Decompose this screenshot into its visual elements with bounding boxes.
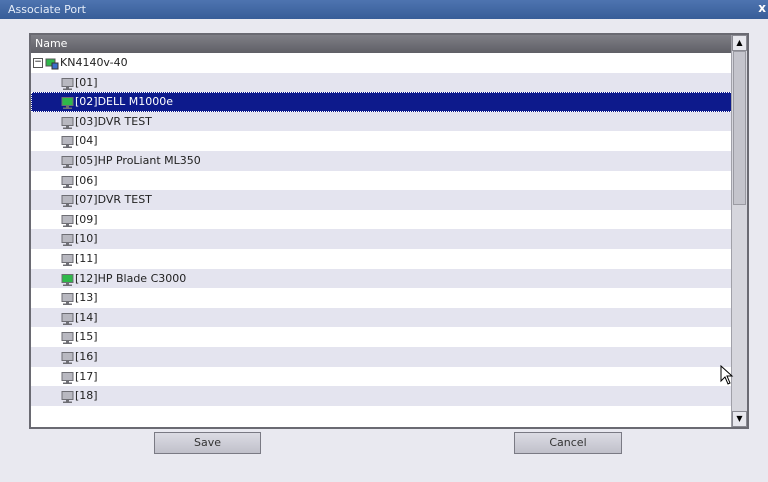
port-label: [17]	[75, 369, 98, 383]
port-row[interactable]: [12]HP Blade C3000	[31, 268, 733, 289]
port-label: [12]HP Blade C3000	[75, 271, 187, 285]
tree-root-label: KN4140v-40	[60, 56, 128, 69]
monitor-icon	[61, 135, 74, 149]
monitor-icon	[61, 233, 74, 247]
mouse-cursor-icon	[720, 365, 734, 385]
port-label: [15]	[75, 330, 98, 344]
port-row[interactable]: [18]	[31, 386, 733, 406]
port-label: [16]	[75, 349, 98, 363]
save-button[interactable]: Save	[154, 432, 261, 454]
port-label: [06]	[75, 173, 98, 187]
port-row[interactable]: [11]	[31, 248, 733, 269]
port-label: [14]	[75, 310, 98, 324]
monitor-icon	[61, 390, 74, 404]
port-row[interactable]: [05]HP ProLiant ML350	[31, 150, 733, 171]
monitor-icon	[61, 77, 74, 90]
port-row[interactable]: [03]DVR TEST	[31, 111, 733, 132]
monitor-icon	[61, 312, 74, 325]
port-label: [09]	[75, 212, 98, 226]
port-label: [05]HP ProLiant ML350	[75, 153, 201, 167]
port-row[interactable]: [07]DVR TEST	[31, 190, 733, 210]
monitor-icon	[61, 331, 74, 345]
monitor-icon	[61, 175, 74, 188]
monitor-icon	[61, 273, 74, 286]
window-title: Associate Port	[8, 3, 86, 16]
port-label: [07]DVR TEST	[75, 193, 152, 207]
tree-root-row[interactable]: − KN4140v-40	[31, 53, 733, 73]
port-row[interactable]: [06]	[31, 170, 733, 191]
port-row[interactable]: [04]	[31, 131, 733, 151]
port-label: [01]	[75, 75, 98, 89]
port-row[interactable]: [15]	[31, 327, 733, 347]
port-label: [13]	[75, 291, 98, 305]
column-header-name[interactable]: Name	[31, 35, 733, 53]
port-row[interactable]: [17]	[31, 366, 733, 387]
monitor-icon	[61, 253, 74, 266]
scroll-down-button[interactable]: ▼	[732, 411, 747, 427]
port-tree[interactable]: Name − KN4140v-40 [01] [02]DELL M1000e [03]D…	[29, 33, 749, 429]
cancel-button[interactable]: Cancel	[514, 432, 622, 454]
port-row[interactable]: [13]	[31, 288, 733, 308]
scroll-up-button[interactable]: ▲	[732, 35, 747, 51]
port-row[interactable]: [10]	[31, 229, 733, 249]
port-row[interactable]: [09]	[31, 209, 733, 230]
port-row[interactable]: [02]DELL M1000e	[31, 92, 733, 112]
monitor-icon	[61, 351, 74, 364]
kvm-switch-icon	[45, 57, 59, 70]
port-row[interactable]: [16]	[31, 346, 733, 367]
port-row[interactable]: [01]	[31, 72, 733, 93]
collapse-toggle-icon[interactable]: −	[33, 58, 43, 68]
port-label: [10]	[75, 232, 98, 246]
dialog-body: Name − KN4140v-40 [01] [02]DELL M1000e [03]D…	[0, 19, 768, 482]
tree-rows: − KN4140v-40 [01] [02]DELL M1000e [03]DVR TE…	[31, 53, 733, 406]
port-label: [04]	[75, 134, 98, 148]
scroll-thumb[interactable]	[733, 51, 746, 205]
port-label: [11]	[75, 251, 98, 265]
monitor-icon	[61, 371, 74, 384]
port-label: [02]DELL M1000e	[75, 95, 174, 109]
port-row[interactable]: [14]	[31, 307, 733, 328]
port-label: [03]DVR TEST	[75, 114, 152, 128]
monitor-icon	[61, 155, 74, 168]
monitor-icon	[61, 292, 74, 306]
monitor-icon	[61, 96, 74, 110]
port-label: [18]	[75, 389, 98, 403]
title-bar: Associate Port x	[0, 0, 768, 19]
monitor-icon	[61, 116, 74, 129]
monitor-icon	[61, 194, 74, 208]
close-icon[interactable]: x	[758, 0, 766, 18]
monitor-icon	[61, 214, 74, 227]
